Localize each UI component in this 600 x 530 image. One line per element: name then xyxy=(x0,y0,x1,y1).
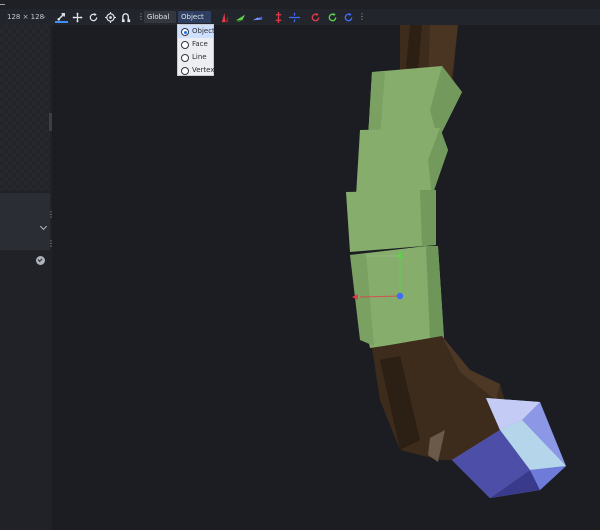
transform-space-value: Global xyxy=(147,13,170,21)
toolbar-more-icon[interactable]: ⋮ xyxy=(358,13,366,21)
selection-mode-value: Object xyxy=(181,13,204,21)
rotate-x-icon[interactable] xyxy=(309,11,322,23)
transform-space-select[interactable]: Global ▾ xyxy=(144,11,176,33)
center-y-icon[interactable] xyxy=(288,11,301,23)
mirror-y-icon[interactable] xyxy=(234,11,247,23)
selection-mode-select[interactable]: Object ▾ xyxy=(178,11,211,33)
check-circle-icon[interactable] xyxy=(36,256,45,265)
chevron-down-icon[interactable]: ⌄ xyxy=(41,12,47,20)
radio-icon xyxy=(181,54,189,62)
option-line[interactable]: Line xyxy=(178,51,213,64)
option-label: Object xyxy=(192,27,215,35)
sidebar-scrollbar[interactable] xyxy=(49,113,52,131)
translate-icon[interactable] xyxy=(71,11,84,23)
3d-viewport[interactable] xyxy=(53,25,600,530)
option-label: Face xyxy=(192,40,208,48)
selection-mode-dropdown: Object Face Line Vertex xyxy=(177,24,215,77)
rotate-z-icon[interactable] xyxy=(342,11,355,23)
left-sidebar xyxy=(0,25,52,530)
pivot-icon[interactable] xyxy=(104,11,117,23)
sidebar-panel xyxy=(0,193,50,250)
option-face[interactable]: Face xyxy=(178,38,213,51)
option-label: Vertex xyxy=(192,66,215,74)
mirror-x-icon[interactable] xyxy=(218,11,231,23)
resolution-label[interactable]: 128 × 128 xyxy=(7,13,44,21)
title-strip xyxy=(0,0,600,9)
window-dash xyxy=(0,4,5,5)
center-x-icon[interactable] xyxy=(272,11,285,23)
model-render xyxy=(346,25,566,498)
texture-preview xyxy=(0,25,50,191)
radio-icon xyxy=(181,67,189,75)
radio-checked-icon xyxy=(181,28,189,36)
option-label: Line xyxy=(192,53,207,61)
move-tool-icon[interactable] xyxy=(55,11,68,23)
radio-icon xyxy=(181,41,189,49)
rotate-y-icon[interactable] xyxy=(326,11,339,23)
rotate-icon[interactable] xyxy=(87,11,100,23)
option-vertex[interactable]: Vertex xyxy=(178,64,215,77)
vertex-snap-icon[interactable] xyxy=(120,11,133,23)
mirror-z-icon[interactable] xyxy=(251,11,264,23)
option-object[interactable]: Object xyxy=(178,25,215,38)
